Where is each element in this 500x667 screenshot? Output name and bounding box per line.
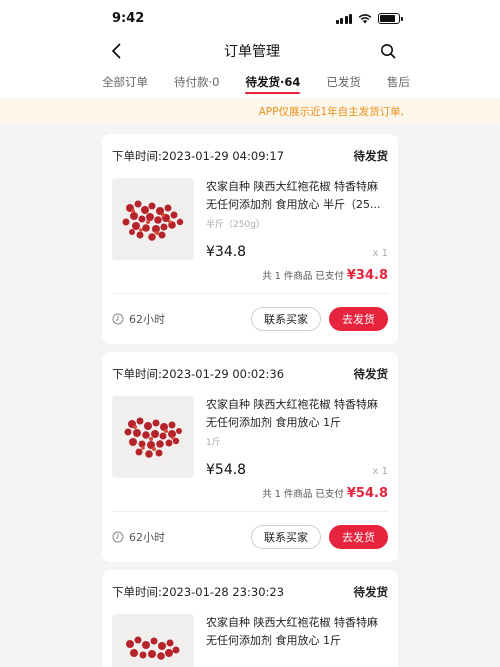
back-button[interactable] [106,41,126,61]
order-card[interactable]: 下单时间:2023-01-29 00:02:36 待发货 农家自种 陕西大红袍花… [102,352,398,562]
paid-amount: ¥34.8 [346,268,388,283]
order-status: 待发货 [353,149,389,163]
shipping-timer: 62小时 [112,311,165,327]
notice-banner: APP仅展示近1年自主发货订单, [0,98,500,124]
order-time: 下单时间:2023-01-29 00:02:36 [112,366,284,382]
order-actions: 联系买家 去发货 [251,525,388,549]
clock-icon [112,313,124,325]
product-price: ¥34.8 [206,244,247,260]
product-price: ¥54.8 [206,462,247,478]
order-status: 待发货 [353,367,389,381]
order-list: 下单时间:2023-01-29 04:09:17 待发货 农家自种 陕西大红袍花… [0,124,500,667]
product-title: 农家自种 陕西大红袍花椒 特香特麻 无任何添加剂 食用放心 半斤（25... [206,180,381,211]
tab-after-sales[interactable]: 售后 [387,66,410,98]
order-summary: 共 1 件商品 已支付 ¥34.8 [112,268,388,289]
phone-screen: 9:42 订单管理 全部订单 待付款·0 待发货·64 已发货 售后 APP仅展… [0,0,500,667]
order-time-value: 2023-01-29 00:02:36 [161,367,285,381]
summary-text: 共 1 件商品 已支付 [262,271,344,282]
ship-button[interactable]: 去发货 [329,525,388,549]
product-info: 农家自种 陕西大红袍花椒 特香特麻 无任何添加剂 食用放心 1斤 [206,614,388,667]
product-row[interactable]: 农家自种 陕西大红袍花椒 特香特麻 无任何添加剂 食用放心 1斤 [112,614,388,667]
order-time: 下单时间:2023-01-29 04:09:17 [112,148,284,164]
price-row: ¥54.8 x 1 [206,462,388,478]
order-footer: 62小时 联系买家 去发货 [112,294,388,344]
product-row[interactable]: 农家自种 陕西大红袍花椒 特香特麻 无任何添加剂 食用放心 1斤 1斤 ¥54.… [112,396,388,478]
status-bar: 9:42 [0,0,500,36]
product-image [112,614,194,667]
nav-bar: 订单管理 [0,36,500,66]
contact-buyer-button[interactable]: 联系买家 [251,307,321,331]
order-time-value: 2023-01-29 04:09:17 [161,149,285,163]
chevron-left-icon [112,43,121,59]
order-time: 下单时间:2023-01-28 23:30:23 [112,584,284,600]
order-tabs: 全部订单 待付款·0 待发货·64 已发货 售后 [0,66,500,98]
order-card[interactable]: 下单时间:2023-01-29 04:09:17 待发货 农家自种 陕西大红袍花… [102,134,398,344]
order-summary: 共 1 件商品 已支付 ¥54.8 [112,486,388,507]
product-spec: 半斤（250g） [206,220,265,230]
status-time: 9:42 [112,10,145,26]
signal-icon [335,13,352,24]
order-time-label: 下单时间: [112,149,162,163]
product-title: 农家自种 陕西大红袍花椒 特香特麻 无任何添加剂 食用放心 1斤 [206,616,378,647]
product-image [112,178,194,260]
timer-text: 62小时 [129,313,165,326]
clock-icon [112,531,124,543]
tab-pending-payment[interactable]: 待付款·0 [174,66,219,98]
order-time-label: 下单时间: [112,367,162,381]
product-qty: x 1 [372,248,388,259]
order-header: 下单时间:2023-01-28 23:30:23 待发货 [112,570,388,614]
notice-text: APP仅展示近1年自主发货订单, [258,105,404,118]
shipping-timer: 62小时 [112,529,165,545]
order-actions: 联系买家 去发货 [251,307,388,331]
contact-buyer-button[interactable]: 联系买家 [251,525,321,549]
order-header: 下单时间:2023-01-29 04:09:17 待发货 [112,134,388,178]
status-icons [335,12,403,24]
paid-amount: ¥54.8 [346,486,388,501]
top-area: 9:42 订单管理 全部订单 待付款·0 待发货·64 已发货 售后 [0,0,500,98]
wifi-icon [358,13,372,23]
price-row: ¥34.8 x 1 [206,244,388,260]
order-status: 待发货 [353,585,389,599]
product-qty: x 1 [372,466,388,477]
tab-pending-shipment[interactable]: 待发货·64 [245,66,300,98]
product-info: 农家自种 陕西大红袍花椒 特香特麻 无任何添加剂 食用放心 1斤 1斤 ¥54.… [206,396,388,478]
summary-text: 共 1 件商品 已支付 [262,489,344,500]
page-title: 订单管理 [224,44,280,60]
order-header: 下单时间:2023-01-29 00:02:36 待发货 [112,352,388,396]
battery-icon [378,12,403,24]
product-row[interactable]: 农家自种 陕西大红袍花椒 特香特麻 无任何添加剂 食用放心 半斤（25... 半… [112,178,388,260]
order-card[interactable]: 下单时间:2023-01-28 23:30:23 待发货 农家自种 陕西大红袍花… [102,570,398,667]
tab-all-orders[interactable]: 全部订单 [102,66,148,98]
timer-text: 62小时 [129,531,165,544]
order-time-value: 2023-01-28 23:30:23 [161,585,285,599]
ship-button[interactable]: 去发货 [329,307,388,331]
product-title: 农家自种 陕西大红袍花椒 特香特麻 无任何添加剂 食用放心 1斤 [206,398,378,429]
product-image [112,396,194,478]
tab-shipped[interactable]: 已发货 [326,66,361,98]
product-spec: 1斤 [206,438,221,448]
search-icon [381,44,396,59]
search-button[interactable] [378,41,398,61]
order-footer: 62小时 联系买家 去发货 [112,512,388,562]
order-time-label: 下单时间: [112,585,162,599]
product-info: 农家自种 陕西大红袍花椒 特香特麻 无任何添加剂 食用放心 半斤（25... 半… [206,178,388,260]
